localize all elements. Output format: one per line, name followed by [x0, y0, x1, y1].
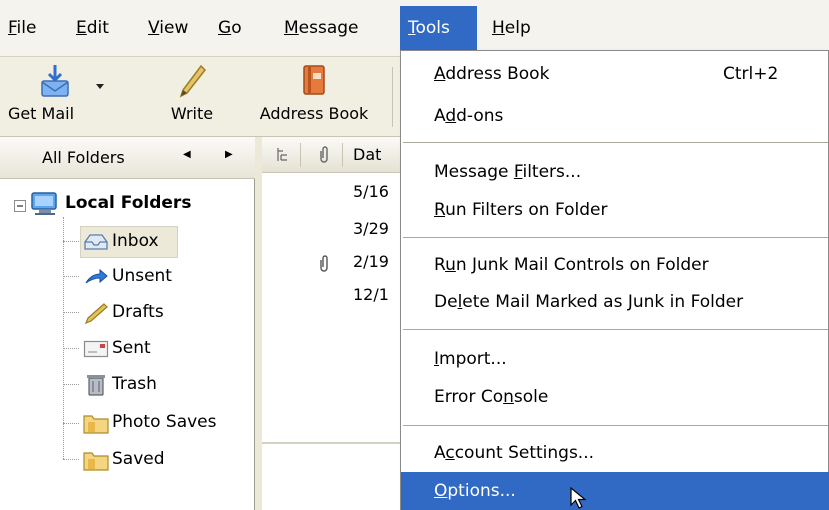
tree-guide-line — [63, 423, 79, 424]
mouse-pointer-icon — [570, 486, 590, 510]
message-row[interactable]: 3/29 — [262, 215, 402, 248]
toolbar: Get Mail Write Address Book — [0, 57, 400, 137]
menu-item-error-console[interactable]: Error Console — [401, 378, 829, 418]
menu-separator — [403, 237, 828, 238]
tree-guide-line — [63, 312, 79, 313]
address-book-shortcut: Ctrl+2 — [723, 64, 779, 84]
message-preview-pane — [262, 442, 402, 510]
menu-item-run-junk-controls[interactable]: Run Junk Mail Controls on Folder — [401, 246, 829, 286]
menu-tools[interactable]: Tools — [400, 6, 477, 50]
tree-guide-line — [63, 384, 79, 385]
folder-view-label: All Folders — [42, 148, 125, 167]
address-book-button[interactable]: Address Book — [240, 57, 388, 137]
tree-guide-line — [63, 348, 79, 349]
menu-file[interactable]: File — [0, 6, 44, 50]
drafts-pencil-icon — [84, 302, 108, 329]
folder-saved[interactable]: Saved — [80, 443, 240, 477]
column-separator[interactable] — [342, 143, 343, 167]
folder-pane-header: All Folders ◀ ▶ — [0, 137, 255, 179]
address-book-icon — [299, 63, 329, 104]
get-mail-button[interactable]: Get Mail — [0, 57, 110, 137]
menu-go[interactable]: Go — [210, 6, 250, 50]
tree-root-local-folders[interactable]: Local Folders — [0, 187, 255, 221]
message-row[interactable]: 12/1 — [262, 281, 402, 314]
message-column-header: Dat — [262, 137, 402, 173]
menu-item-options[interactable]: Options... — [401, 472, 829, 510]
column-separator[interactable] — [300, 143, 301, 167]
tree-guide-line — [63, 459, 79, 460]
menu-item-add-ons[interactable]: Add-ons — [401, 97, 829, 137]
menu-item-message-filters[interactable]: Message Filters... — [401, 153, 829, 193]
unsent-arrow-icon — [84, 268, 108, 291]
tree-guide-line — [63, 276, 79, 277]
get-mail-dropdown-arrow[interactable] — [96, 84, 104, 89]
folder-pane: All Folders ◀ ▶ Local Folders Inbox Unse… — [0, 137, 255, 510]
tools-menu-dropdown: Address Book Ctrl+2 Add-ons Message Filt… — [400, 50, 829, 510]
attachment-column-icon[interactable] — [318, 146, 330, 169]
folder-unsent[interactable]: Unsent — [80, 260, 240, 294]
prev-view-arrow-icon[interactable]: ◀ — [183, 149, 191, 160]
folder-trash[interactable]: Trash — [80, 368, 240, 402]
pen-icon — [177, 63, 207, 104]
menu-item-address-book[interactable]: Address Book Ctrl+2 — [401, 55, 829, 95]
inbox-tray-icon — [83, 233, 109, 256]
folder-drafts[interactable]: Drafts — [80, 296, 240, 330]
write-button[interactable]: Write — [150, 57, 234, 137]
message-row[interactable]: 5/16 — [262, 178, 402, 211]
menu-edit[interactable]: Edit — [68, 6, 117, 50]
menu-bar: File Edit View Go Message Tools Help — [0, 0, 829, 57]
menu-separator — [403, 329, 828, 330]
folder-photo-saves[interactable]: Photo Saves — [80, 406, 255, 440]
local-folders-computer-icon — [30, 191, 60, 222]
next-view-arrow-icon[interactable]: ▶ — [225, 149, 233, 160]
menu-item-import[interactable]: Import... — [401, 340, 829, 380]
trash-can-icon — [86, 373, 106, 402]
tree-guide-line — [63, 241, 79, 242]
attachment-icon — [318, 255, 330, 278]
message-list-pane: Dat 5/16 3/29 2/19 12/1 — [262, 137, 402, 510]
folder-icon — [83, 449, 109, 476]
menu-view[interactable]: View — [140, 6, 196, 50]
menu-help[interactable]: Help — [484, 6, 539, 50]
date-column-header[interactable]: Dat — [353, 145, 381, 164]
message-row[interactable]: 2/19 — [262, 248, 402, 281]
menu-item-delete-junk[interactable]: Delete Mail Marked as Junk in Folder — [401, 283, 829, 323]
folder-sent[interactable]: Sent — [80, 332, 240, 366]
pane-splitter[interactable] — [255, 137, 262, 510]
menu-message[interactable]: Message — [276, 6, 367, 50]
get-mail-icon — [38, 63, 72, 104]
folder-inbox[interactable]: Inbox — [80, 225, 240, 259]
menu-separator — [403, 142, 828, 143]
menu-item-run-filters[interactable]: Run Filters on Folder — [401, 191, 829, 231]
sent-envelope-icon — [83, 339, 109, 364]
thread-column-icon[interactable] — [276, 147, 290, 168]
collapse-toggle-icon[interactable] — [14, 197, 26, 217]
folder-icon — [83, 412, 109, 439]
toolbar-separator — [392, 67, 393, 127]
menu-item-account-settings[interactable]: Account Settings... — [401, 434, 829, 474]
menu-separator — [403, 425, 828, 426]
